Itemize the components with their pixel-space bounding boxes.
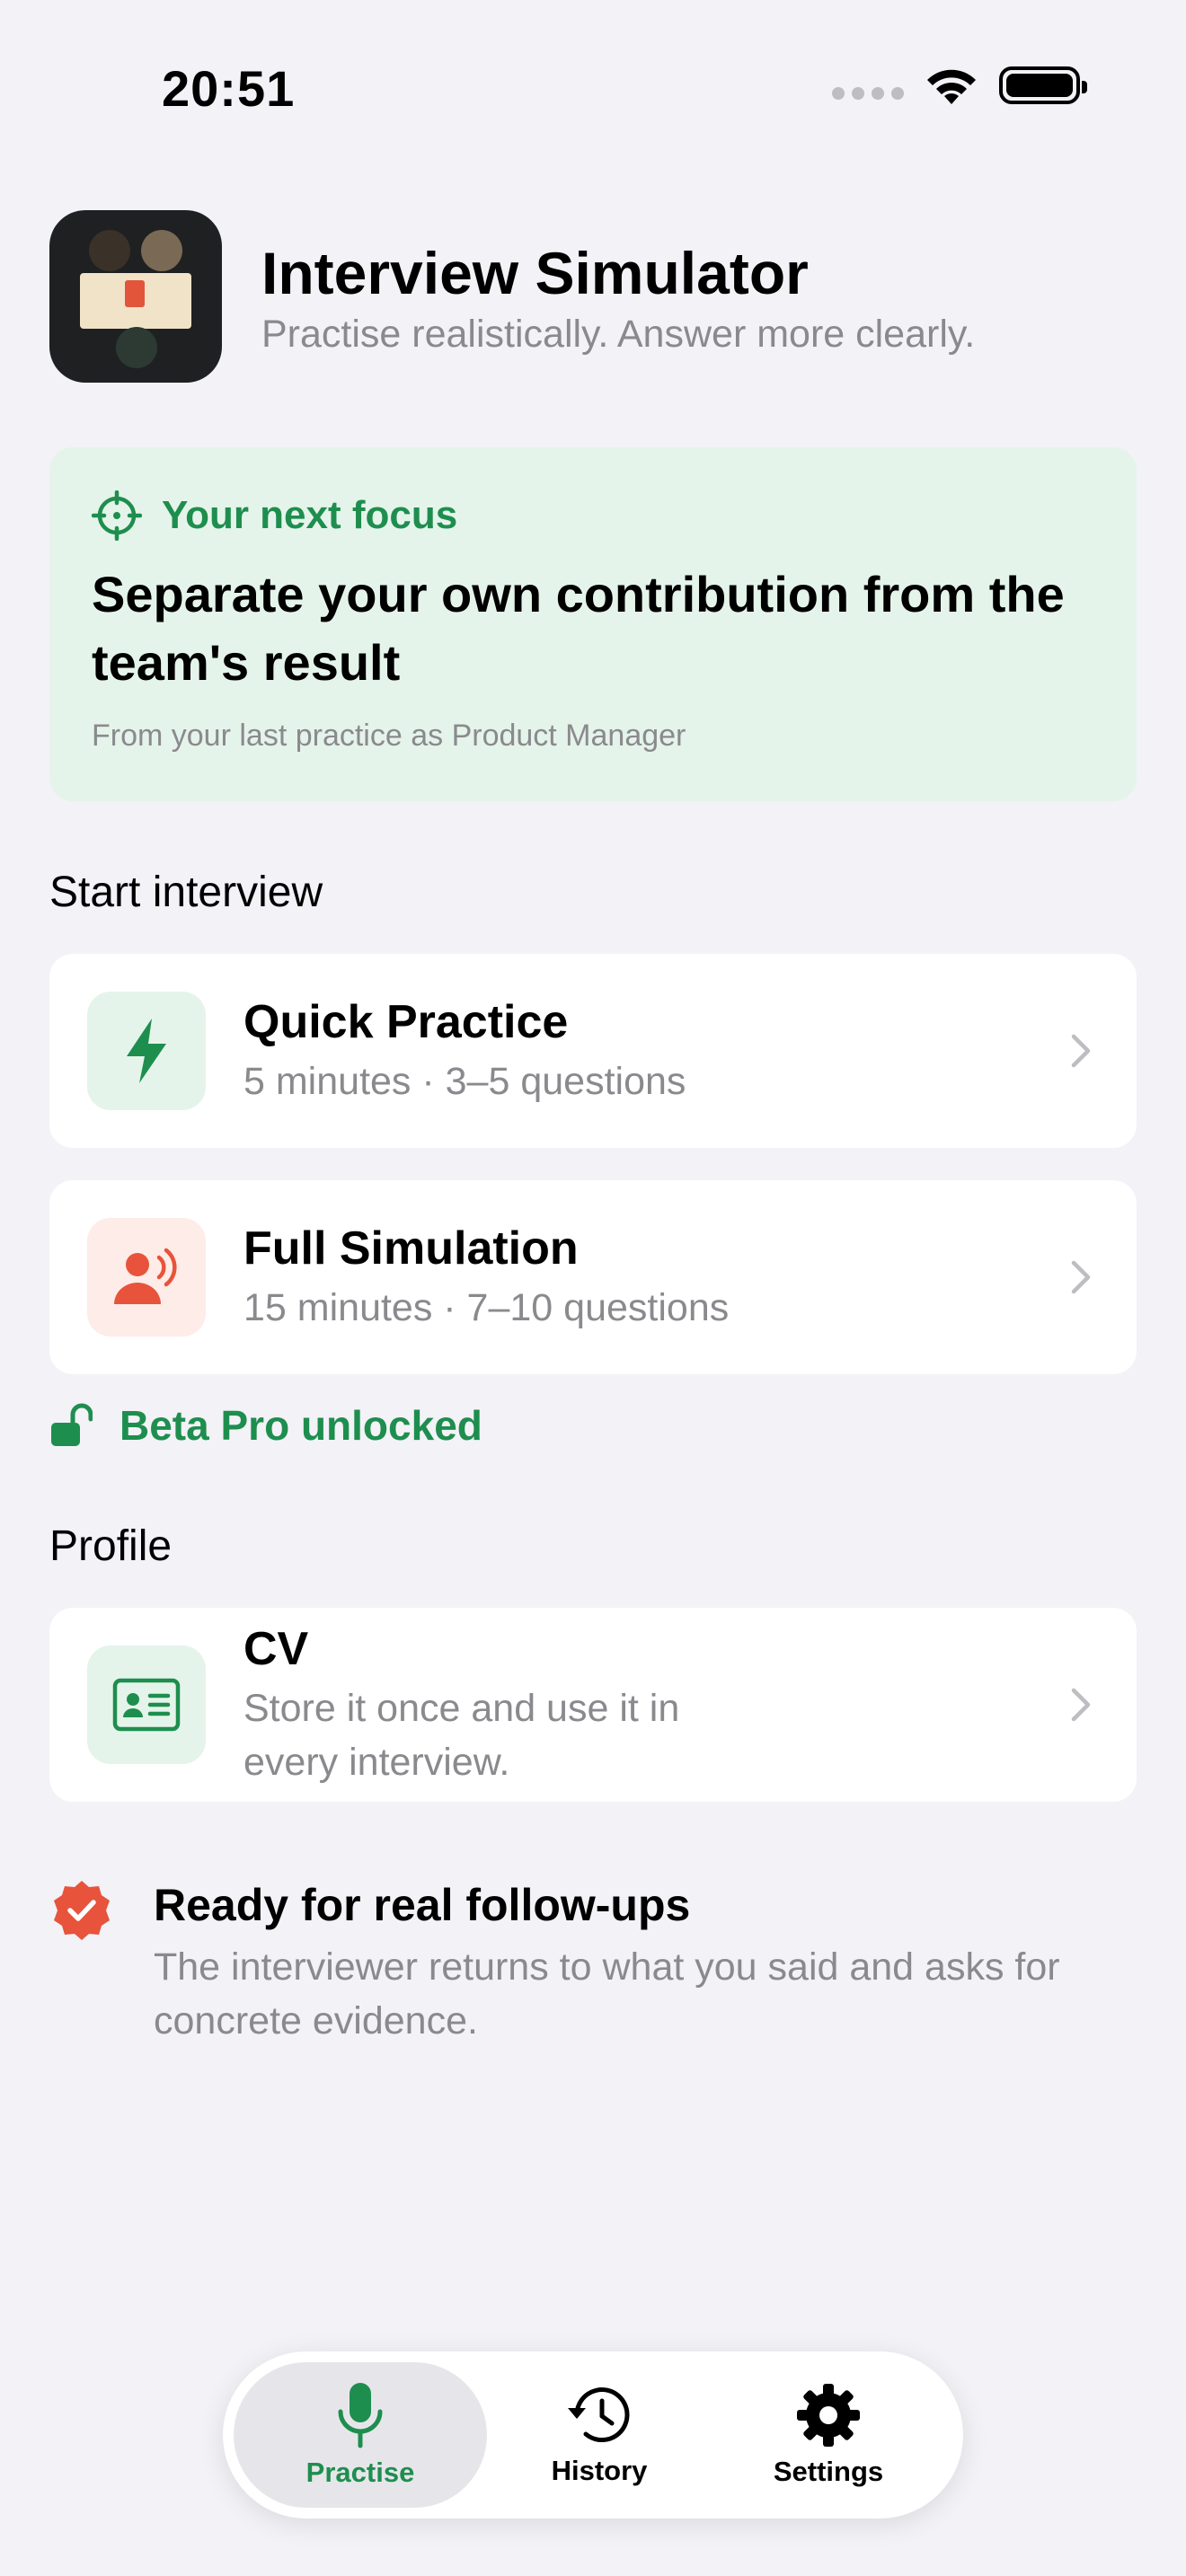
status-bar: 20:51 <box>0 0 1186 171</box>
focus-label: Your next focus <box>162 493 458 537</box>
followups-title: Ready for real follow-ups <box>154 1880 691 1930</box>
full-simulation-button[interactable]: Full Simulation 15 minutes · 7–10 questi… <box>49 1180 1137 1374</box>
cv-button[interactable]: CV Store it once and use it in every int… <box>49 1608 1137 1802</box>
cv-subtitle: Store it once and use it in every interv… <box>243 1687 680 1784</box>
app-logo-icon <box>49 210 222 383</box>
tab-settings-label: Settings <box>773 2456 884 2487</box>
tab-settings[interactable]: Settings <box>712 2362 945 2508</box>
start-interview-heading: Start interview <box>49 869 323 916</box>
profile-heading: Profile <box>49 1522 173 1570</box>
verified-badge-icon <box>54 1881 110 1940</box>
full-simulation-title: Full Simulation <box>243 1222 579 1275</box>
id-card-icon <box>112 1678 181 1732</box>
tab-history[interactable]: History <box>487 2362 712 2508</box>
beta-pro-status: Beta Pro unlocked <box>49 1401 482 1450</box>
followups-info: Ready for real follow-ups The interviewe… <box>49 1877 1137 2048</box>
home-screen: 20:51 Interview Simulator Practise reali… <box>0 0 1186 2576</box>
tab-bar: Practise History Settings <box>223 2351 963 2519</box>
chevron-right-icon <box>1063 1259 1099 1295</box>
app-title: Interview Simulator <box>261 239 809 306</box>
quick-practice-subtitle: 5 minutes · 3–5 questions <box>243 1060 686 1103</box>
crosshair-icon <box>92 490 142 541</box>
gear-icon <box>797 2384 860 2447</box>
followups-subtitle: The interviewer returns to what you said… <box>154 1945 1060 2042</box>
tab-practise-label: Practise <box>305 2457 415 2488</box>
tab-history-label: History <box>551 2455 648 2486</box>
cellular-signal-icon <box>832 87 904 100</box>
focus-title: Separate your own contribution from the … <box>92 566 1065 691</box>
chevron-right-icon <box>1063 1687 1099 1723</box>
battery-icon <box>999 66 1087 104</box>
quick-practice-title: Quick Practice <box>243 996 569 1048</box>
history-clock-icon <box>568 2387 630 2442</box>
quick-practice-button[interactable]: Quick Practice 5 minutes · 3–5 questions <box>49 954 1137 1148</box>
next-focus-card[interactable]: Your next focus Separate your own contri… <box>49 447 1137 801</box>
speaking-person-icon <box>114 1248 177 1304</box>
chevron-right-icon <box>1063 1033 1099 1069</box>
app-header: Interview Simulator Practise realistical… <box>49 210 1137 383</box>
tab-practise[interactable]: Practise <box>234 2362 487 2508</box>
cv-title: CV <box>243 1623 309 1675</box>
status-time: 20:51 <box>162 60 296 117</box>
status-icons <box>832 65 1087 106</box>
quick-practice-icon-tile <box>87 992 206 1110</box>
beta-pro-label: Beta Pro unlocked <box>119 1402 482 1449</box>
wifi-icon <box>927 69 976 104</box>
full-simulation-icon-tile <box>87 1218 206 1337</box>
bolt-icon <box>127 1019 166 1083</box>
full-simulation-subtitle: 15 minutes · 7–10 questions <box>243 1286 730 1329</box>
app-subtitle: Practise realistically. Answer more clea… <box>261 312 976 356</box>
unlocked-padlock-icon <box>51 1403 93 1446</box>
focus-note: From your last practice as Product Manag… <box>92 719 686 753</box>
cv-icon-tile <box>87 1645 206 1764</box>
microphone-icon <box>338 2383 383 2448</box>
